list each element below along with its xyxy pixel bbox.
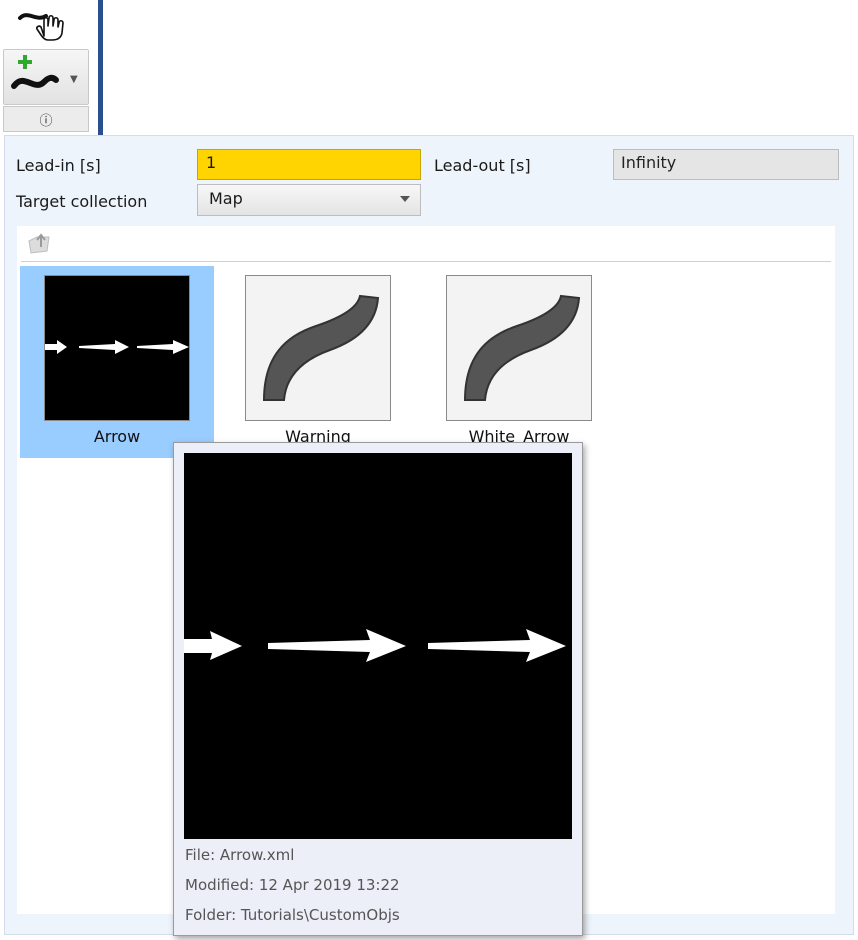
- object-tile-warning[interactable]: Warning: [221, 266, 415, 458]
- info-circle-icon: ⓘ: [39, 113, 53, 129]
- folder-up-button[interactable]: [27, 231, 53, 255]
- pan-tool-button[interactable]: [8, 4, 78, 44]
- toolbar-divider: [21, 261, 831, 262]
- target-collection-label: Target collection: [16, 192, 148, 211]
- white-arrow-thumbnail: [446, 275, 592, 421]
- toolbar: ▼ ⓘ: [0, 0, 104, 135]
- chevron-down-icon[interactable]: ▼: [70, 74, 78, 85]
- hand-pan-icon: [18, 13, 64, 41]
- target-collection-value: Map: [209, 189, 243, 208]
- tooltip-file: File: Arrow.xml: [185, 846, 295, 864]
- object-tile-white-arrow[interactable]: White_Arrow: [422, 266, 616, 458]
- arrow-thumbnail: [44, 275, 190, 421]
- arrow-preview-image: [184, 453, 572, 839]
- target-collection-select[interactable]: Map: [197, 184, 421, 216]
- preview-tooltip: File: Arrow.xml Modified: 12 Apr 2019 13…: [173, 442, 583, 936]
- tooltip-folder: Folder: Tutorials\CustomObjs: [185, 906, 400, 924]
- panel-separator-bar: [98, 0, 103, 137]
- add-path-icon: [11, 55, 59, 89]
- lead-out-input[interactable]: Infinity: [613, 149, 839, 180]
- folder-up-icon: [28, 233, 50, 254]
- info-button[interactable]: ⓘ: [3, 106, 89, 132]
- lead-in-input[interactable]: 1: [197, 149, 421, 180]
- tooltip-modified: Modified: 12 Apr 2019 13:22: [185, 876, 400, 894]
- add-path-button[interactable]: ▼: [3, 49, 89, 105]
- chevron-down-icon: [400, 196, 410, 202]
- lead-in-label: Lead-in [s]: [16, 156, 101, 175]
- warning-thumbnail: [245, 275, 391, 421]
- lead-out-label: Lead-out [s]: [434, 156, 531, 175]
- object-tile-arrow[interactable]: Arrow: [20, 266, 214, 458]
